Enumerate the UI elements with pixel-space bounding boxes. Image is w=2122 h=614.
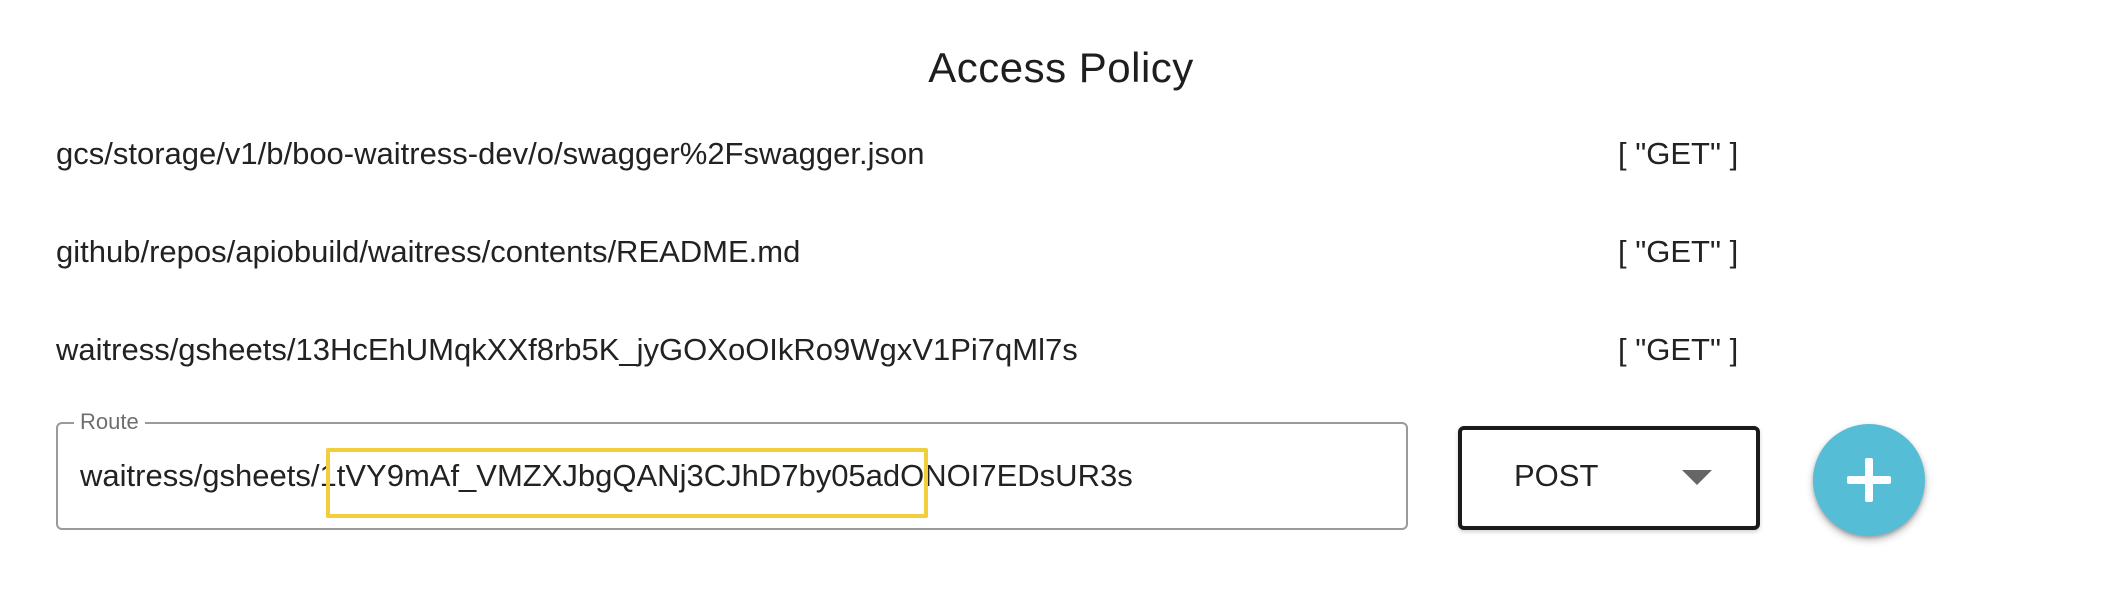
method-select-value: POST [1514,458,1599,493]
policy-row: waitress/gsheets/13HcEhUMqkXXf8rb5K_jyGO… [56,325,1756,375]
policy-route: waitress/gsheets/13HcEhUMqkXXf8rb5K_jyGO… [56,332,1078,367]
dropdown-caret-icon [1682,470,1712,485]
route-field[interactable]: Route [56,410,1408,530]
route-input[interactable] [80,448,1380,504]
policy-row: github/repos/apiobuild/waitress/contents… [56,227,1756,277]
route-label: Route [74,410,145,434]
page-title: Access Policy [928,44,1194,91]
policy-row: gcs/storage/v1/b/boo-waitress-dev/o/swag… [56,129,1756,179]
policy-route: gcs/storage/v1/b/boo-waitress-dev/o/swag… [56,136,925,171]
add-policy-button[interactable] [1813,424,1925,536]
policy-route: github/repos/apiobuild/waitress/contents… [56,234,801,269]
method-select[interactable]: POST [1458,426,1760,530]
plus-icon [1847,476,1891,484]
policy-methods: [ "GET" ] [1618,136,1739,171]
policy-methods: [ "GET" ] [1618,332,1739,367]
policy-methods: [ "GET" ] [1618,234,1739,269]
